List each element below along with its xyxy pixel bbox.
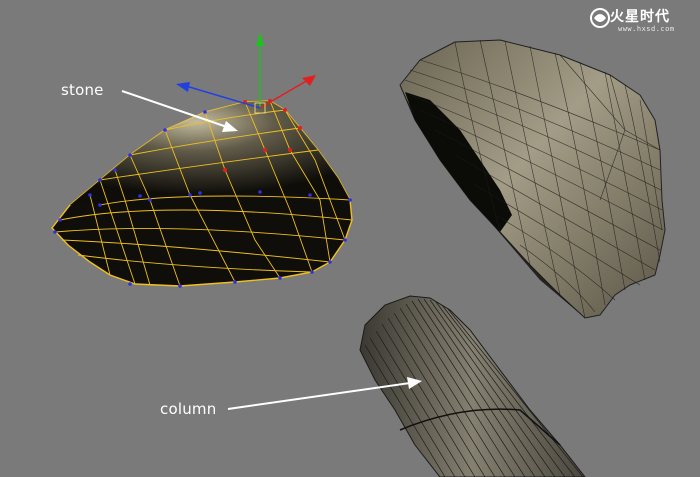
watermark-url: www.hxsd.com xyxy=(618,25,675,33)
gizmo-x-axis[interactable] xyxy=(259,79,309,109)
stone-label: stone xyxy=(61,81,104,99)
watermark-logo: 火星时代 www.hxsd.com xyxy=(588,6,694,36)
stone-top-face xyxy=(70,101,350,205)
stone-mesh[interactable] xyxy=(51,99,353,288)
gizmo-z-arrow-icon[interactable] xyxy=(176,82,190,92)
gizmo-z-axis[interactable] xyxy=(185,85,261,109)
column-surface xyxy=(359,295,586,477)
rock-large-surface xyxy=(399,39,666,319)
watermark-title: 火星时代 xyxy=(610,9,670,25)
column-label: column xyxy=(160,400,217,418)
rock-large-mesh[interactable] xyxy=(399,39,666,319)
scene-canvas[interactable] xyxy=(0,0,700,477)
3d-viewport[interactable]: stone column 火星时代 www.hxsd.com xyxy=(0,0,700,477)
column-mesh[interactable] xyxy=(359,295,586,477)
gizmo-x-arrow-icon[interactable] xyxy=(302,75,316,86)
gizmo-y-arrow-icon[interactable] xyxy=(256,32,264,46)
